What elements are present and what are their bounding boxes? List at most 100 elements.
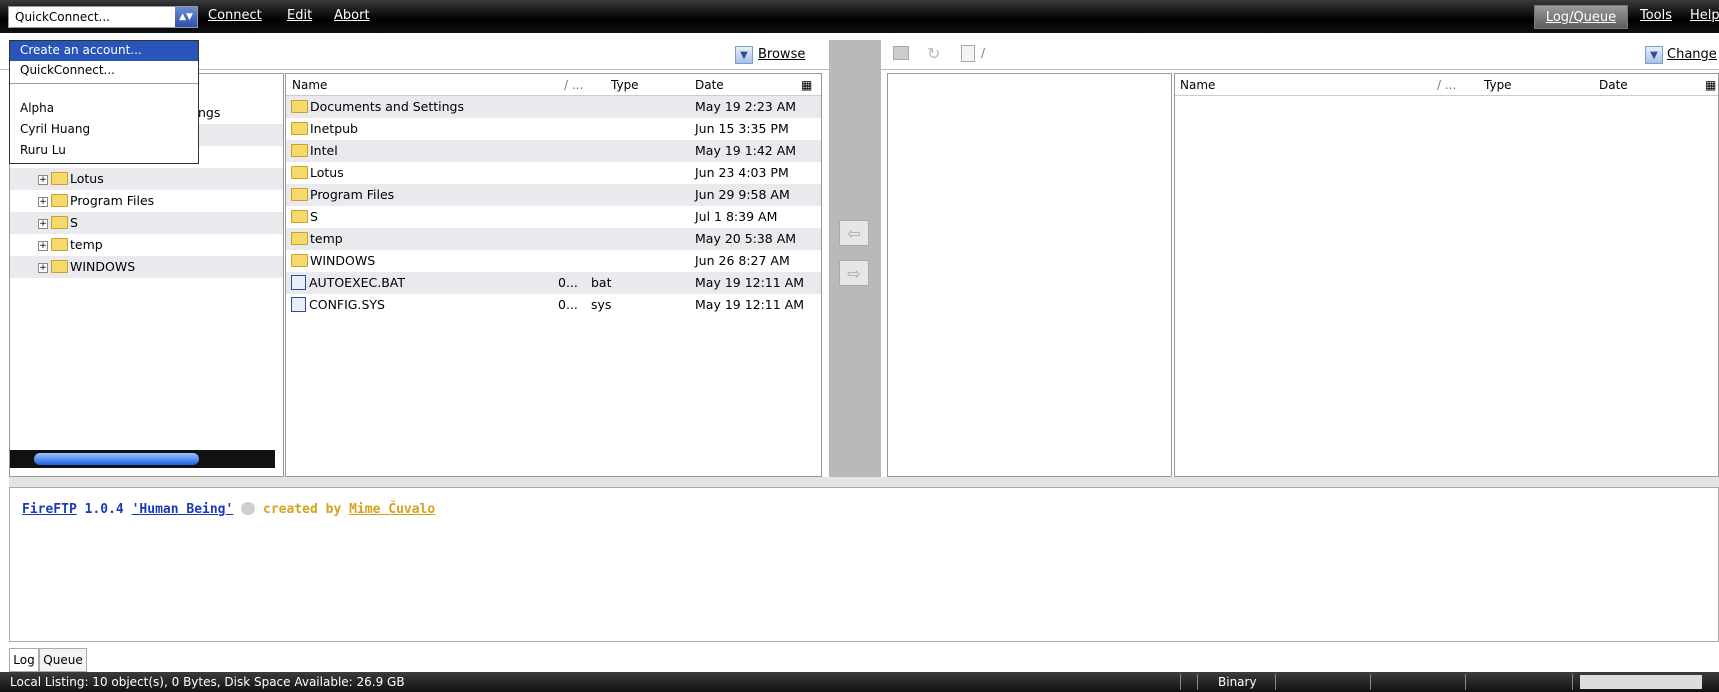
browse-button[interactable]: Browse <box>758 47 805 62</box>
file-name: WINDOWS <box>310 253 376 268</box>
local-path-dropdown-icon[interactable]: ▼ <box>735 46 753 64</box>
col-date[interactable]: Date <box>1599 78 1628 92</box>
chevron-down-icon[interactable]: ▲▼ <box>175 7 197 27</box>
tree-item[interactable]: + temp <box>10 234 283 256</box>
table-row[interactable]: Program Files Jun 29 9:58 AM <box>286 184 821 206</box>
file-size: 0... <box>558 297 578 312</box>
local-files-header: Name / ... Type Date ▦ <box>286 74 821 96</box>
remote-files-pane[interactable]: Name / ... Type Date ▦ <box>1174 73 1719 477</box>
account-item[interactable]: Cyril Huang <box>10 122 198 136</box>
column-picker-icon[interactable]: ▦ <box>801 78 812 92</box>
expand-icon[interactable]: + <box>38 175 48 185</box>
status-separator <box>1197 674 1198 690</box>
file-date: Jun 15 3:35 PM <box>695 121 789 136</box>
col-name[interactable]: Name <box>1180 78 1215 92</box>
file-name: Inetpub <box>310 121 358 136</box>
table-row[interactable]: Inetpub Jun 15 3:35 PM <box>286 118 821 140</box>
progress-bar <box>1580 675 1702 689</box>
status-separator <box>1572 674 1573 690</box>
file-icon <box>291 297 306 312</box>
status-bar: Local Listing: 10 object(s), 0 Bytes, Di… <box>0 672 1719 692</box>
quickconnect-item[interactable]: QuickConnect... <box>10 62 198 77</box>
expand-icon[interactable]: + <box>38 219 48 229</box>
download-arrow-icon[interactable]: ⇦ <box>839 220 869 246</box>
upload-arrow-icon[interactable]: ⇨ <box>839 260 869 286</box>
file-size: 0... <box>558 275 578 290</box>
file-type: sys <box>591 297 612 312</box>
remote-path-value[interactable]: / <box>981 46 985 60</box>
tree-item[interactable]: + WINDOWS <box>10 256 283 278</box>
file-name: AUTOEXEC.BAT <box>309 275 406 290</box>
transfer-mode[interactable]: Binary <box>1218 675 1257 689</box>
tree-item[interactable]: + Lotus <box>10 168 283 190</box>
folder-icon <box>51 260 68 273</box>
transfer-gap <box>829 40 881 477</box>
col-size[interactable]: / ... <box>564 78 583 92</box>
quickconnect-dropdown: Create an account... QuickConnect... Alp… <box>9 40 199 164</box>
tab-log[interactable]: Log <box>9 648 39 672</box>
create-account-item[interactable]: Create an account... <box>10 41 198 61</box>
table-row[interactable]: temp May 20 5:38 AM <box>286 228 821 250</box>
file-date: May 19 2:23 AM <box>695 99 797 114</box>
file-name: S <box>310 209 318 224</box>
tree-item-label: Program Files <box>70 193 155 208</box>
file-icon <box>291 275 306 290</box>
account-item[interactable]: Ruru Lu <box>10 143 198 157</box>
col-type[interactable]: Type <box>611 78 639 92</box>
horizontal-scrollbar[interactable] <box>10 450 275 468</box>
tab-queue[interactable]: Queue <box>39 648 87 672</box>
expand-icon[interactable]: + <box>38 263 48 273</box>
quickconnect-select[interactable]: QuickConnect... ▲▼ <box>8 6 198 28</box>
splitter[interactable] <box>9 477 1719 487</box>
file-date: May 19 12:11 AM <box>695 275 805 290</box>
table-row[interactable]: CONFIG.SYS 0... sys May 19 12:11 AM <box>286 294 821 316</box>
expand-icon[interactable]: + <box>38 241 48 251</box>
connect-menu[interactable]: Connect <box>208 8 262 23</box>
folder-icon <box>51 238 68 251</box>
table-row[interactable]: AUTOEXEC.BAT 0... bat May 19 12:11 AM <box>286 272 821 294</box>
fireftp-link[interactable]: FireFTP <box>22 502 77 517</box>
tools-menu[interactable]: Tools <box>1640 8 1672 23</box>
table-row[interactable]: Intel May 19 1:42 AM <box>286 140 821 162</box>
new-file-icon[interactable] <box>961 45 975 62</box>
scrollbar-thumb[interactable] <box>34 453 199 465</box>
local-files-pane[interactable]: Name / ... Type Date ▦ Documents and Set… <box>285 73 822 477</box>
log-version: 1.0.4 <box>84 502 124 517</box>
file-name: Documents and Settings <box>310 99 465 114</box>
file-date: May 19 1:42 AM <box>695 143 797 158</box>
file-date: Jul 1 8:39 AM <box>695 209 778 224</box>
folder-up-icon[interactable] <box>893 46 909 60</box>
refresh-icon[interactable]: ↻ <box>927 44 940 63</box>
col-size[interactable]: / ... <box>1437 78 1456 92</box>
log-queue-label: Log/Queue <box>1545 9 1617 25</box>
author-link[interactable]: Mime Čuvalo <box>349 502 435 517</box>
tree-item-partial[interactable]: ngs <box>198 105 220 120</box>
table-row[interactable]: Documents and Settings May 19 2:23 AM <box>286 96 821 118</box>
quickconnect-value: QuickConnect... <box>15 10 110 24</box>
tab-queue-label: Queue <box>43 653 83 667</box>
table-row[interactable]: S Jul 1 8:39 AM <box>286 206 821 228</box>
col-type[interactable]: Type <box>1484 78 1512 92</box>
log-line: FireFTP 1.0.4 'Human Being' created by M… <box>22 502 435 517</box>
tab-log-label: Log <box>13 653 35 667</box>
expand-icon[interactable]: + <box>38 197 48 207</box>
file-name: Program Files <box>310 187 395 202</box>
codename-link[interactable]: 'Human Being' <box>132 502 234 517</box>
help-menu[interactable]: Help <box>1690 8 1719 23</box>
remote-path-dropdown-icon[interactable]: ▼ <box>1645 46 1663 64</box>
table-row[interactable]: WINDOWS Jun 26 8:27 AM <box>286 250 821 272</box>
col-name[interactable]: Name <box>292 78 327 92</box>
column-picker-icon[interactable]: ▦ <box>1705 78 1716 92</box>
status-separator <box>1465 674 1466 690</box>
abort-menu[interactable]: Abort <box>334 8 370 23</box>
remote-tree-pane[interactable] <box>887 73 1172 477</box>
log-queue-button[interactable]: Log/Queue <box>1534 5 1628 29</box>
edit-menu[interactable]: Edit <box>287 8 312 23</box>
col-date[interactable]: Date <box>695 78 724 92</box>
change-button[interactable]: Change <box>1667 47 1717 62</box>
table-row[interactable]: Lotus Jun 23 4:03 PM <box>286 162 821 184</box>
tree-item[interactable]: + S <box>10 212 283 234</box>
tree-item[interactable]: + Program Files <box>10 190 283 212</box>
status-separator <box>1370 674 1371 690</box>
account-item[interactable]: Alpha <box>10 101 198 115</box>
